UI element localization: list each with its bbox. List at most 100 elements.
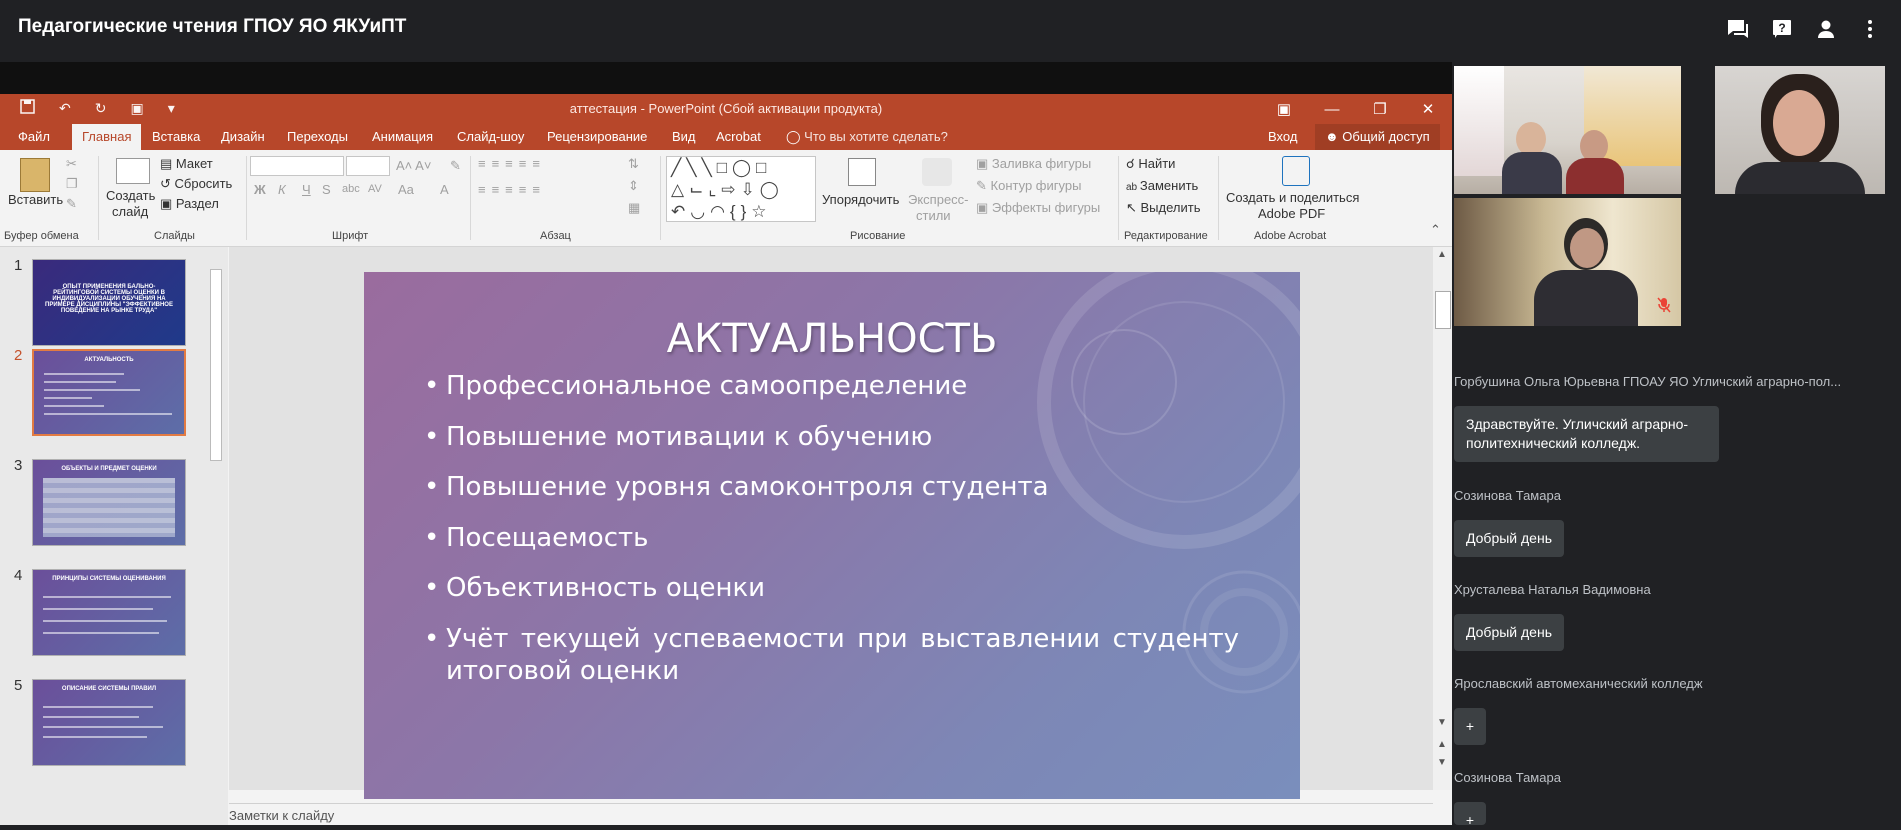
- chat-icon[interactable]: [1721, 14, 1755, 44]
- layout-button[interactable]: ▤ Макет: [160, 156, 213, 172]
- align-icons[interactable]: ≡≡≡≡≡: [478, 182, 546, 197]
- align-text-icon[interactable]: ⇕: [628, 178, 639, 194]
- find-button[interactable]: ☌ Найти: [1126, 156, 1175, 172]
- scroll-down-icon[interactable]: ▼: [1437, 717, 1447, 728]
- new-slide-button[interactable]: Создать: [106, 188, 155, 203]
- participant-tile-1[interactable]: [1454, 66, 1681, 194]
- collapse-ribbon-icon[interactable]: ⌃: [1430, 222, 1441, 238]
- thumb-title: ОБЪЕКТЫ И ПРЕДМЕТ ОЦЕНКИ: [61, 466, 157, 472]
- reset-icon: ↺: [160, 176, 175, 191]
- prev-slide-icon[interactable]: ▲: [1437, 739, 1447, 750]
- share-border: [0, 62, 1452, 94]
- paste-button[interactable]: Вставить: [8, 192, 63, 207]
- underline-icon[interactable]: Ч: [302, 182, 311, 197]
- separator: [246, 156, 247, 240]
- font-color-icon[interactable]: A: [440, 182, 449, 197]
- smartart-icon[interactable]: ▦: [628, 200, 640, 216]
- shape-fill-button[interactable]: ▣ Заливка фигуры: [976, 156, 1091, 172]
- quick-styles-icon[interactable]: [922, 158, 952, 186]
- select-button[interactable]: ↖ Выделить: [1126, 200, 1201, 216]
- banner-image: [1454, 66, 1504, 176]
- scroll-up-icon[interactable]: ▲: [1437, 249, 1447, 260]
- thumb-line: [43, 632, 159, 634]
- thumb-number: 5: [14, 677, 23, 694]
- quick-styles-button[interactable]: Экспресс-: [908, 192, 969, 207]
- thumbnail-scrollbar[interactable]: [208, 255, 222, 815]
- shapes-gallery[interactable]: ╱╲╲□◯□ △⌙⌞⇨⇩◯ ↶◡◠{}☆: [666, 156, 816, 222]
- group-label-drawing: Рисование: [850, 230, 906, 242]
- slide-thumbnail-2[interactable]: АКТУАЛЬНОСТЬ: [32, 349, 186, 436]
- font-grow-icon[interactable]: A˄ A˅: [396, 158, 431, 173]
- minimize-icon[interactable]: —: [1308, 94, 1356, 124]
- current-slide[interactable]: АКТУАЛЬНОСТЬ Профессиональное самоопреде…: [364, 272, 1300, 799]
- tab-animations[interactable]: Анимация: [372, 129, 433, 144]
- more-icon[interactable]: [1853, 14, 1887, 44]
- new-slide-label: слайд: [112, 204, 149, 219]
- format-painter-icon[interactable]: ✎: [66, 196, 77, 212]
- section-button[interactable]: ▣ Раздел: [160, 196, 219, 212]
- copy-icon[interactable]: ❐: [66, 176, 78, 192]
- list-icons[interactable]: ≡≡≡≡≡: [478, 156, 546, 171]
- tab-acrobat[interactable]: Acrobat: [716, 129, 761, 144]
- window-title: аттестация - PowerPoint (Сбой активации …: [569, 101, 883, 116]
- ribbon-display-icon[interactable]: ▣: [1260, 94, 1308, 124]
- sign-in-link[interactable]: Вход: [1268, 129, 1297, 144]
- participant-tile-2[interactable]: [1715, 66, 1885, 194]
- thumb-number: 3: [14, 457, 23, 474]
- replace-button[interactable]: ab Заменить: [1126, 178, 1198, 193]
- slide-thumbnail-1[interactable]: ОПЫТ ПРИМЕНЕНИЯ БАЛЬНО-РЕЙТИНГОВОЙ СИСТЕ…: [32, 259, 186, 346]
- create-pdf-button[interactable]: Создать и поделиться: [1226, 190, 1359, 205]
- text-direction-icon[interactable]: ⇅: [628, 156, 639, 172]
- arrange-icon[interactable]: [848, 158, 876, 186]
- new-slide-icon[interactable]: [116, 158, 150, 184]
- help-icon[interactable]: ?: [1765, 14, 1799, 44]
- tab-review[interactable]: Рецензирование: [547, 129, 647, 144]
- shape-effects-button[interactable]: ▣ Эффекты фигуры: [976, 200, 1100, 216]
- slide-thumbnail-5[interactable]: ОПИСАНИЕ СИСТЕМЫ ПРАВИЛ: [32, 679, 186, 766]
- close-icon[interactable]: ✕: [1404, 94, 1452, 124]
- svg-text:?: ?: [1778, 21, 1785, 35]
- spacing-icon[interactable]: AV: [368, 183, 382, 195]
- adobe-pdf-icon[interactable]: [1282, 156, 1310, 186]
- tab-view[interactable]: Вид: [672, 129, 696, 144]
- next-slide-icon[interactable]: ▼: [1437, 757, 1447, 768]
- change-case-icon[interactable]: Aa: [398, 182, 414, 197]
- chat-sender: Хрусталева Наталья Вадимовна: [1454, 582, 1651, 597]
- font-name-field[interactable]: [250, 156, 344, 176]
- cut-icon[interactable]: ✂: [66, 156, 77, 172]
- tell-me-box[interactable]: ◯ Что вы хотите сделать?: [786, 129, 948, 145]
- scroll-thumb[interactable]: [210, 269, 222, 461]
- shape-outline-button[interactable]: ✎ Контур фигуры: [976, 178, 1081, 194]
- slide-thumbnail-3[interactable]: ОБЪЕКТЫ И ПРЕДМЕТ ОЦЕНКИ: [32, 459, 186, 546]
- arrange-button[interactable]: Упорядочить: [822, 192, 899, 207]
- slide-scrollbar[interactable]: ▲ ▼ ▲ ▼: [1433, 247, 1452, 790]
- shadow-icon[interactable]: S: [322, 182, 331, 197]
- paste-icon[interactable]: [20, 158, 50, 192]
- group-label-slides: Слайды: [154, 230, 195, 242]
- slide-thumbnail-4[interactable]: ПРИНЦИПЫ СИСТЕМЫ ОЦЕНИВАНИЯ: [32, 569, 186, 656]
- bullet-item: Посещаемость: [424, 522, 1239, 555]
- tab-home[interactable]: Главная: [72, 124, 142, 150]
- reset-button[interactable]: ↺ Сбросить: [160, 176, 232, 192]
- people-icon[interactable]: [1809, 14, 1843, 44]
- tab-design[interactable]: Дизайн: [221, 129, 265, 144]
- italic-icon[interactable]: К: [278, 182, 286, 197]
- tab-file[interactable]: Файл: [18, 129, 50, 144]
- strikethrough-icon[interactable]: abc: [342, 183, 360, 195]
- bullet-item: Профессиональное самоопределение: [424, 370, 1239, 403]
- separator: [98, 156, 99, 240]
- group-label-clipboard: Буфер обмена: [4, 230, 79, 242]
- bold-icon[interactable]: Ж: [254, 182, 266, 197]
- tab-insert[interactable]: Вставка: [152, 129, 200, 144]
- tab-slideshow[interactable]: Слайд-шоу: [457, 129, 524, 144]
- ribbon: Вставить ✂ ❐ ✎ Буфер обмена Создать слай…: [0, 150, 1452, 247]
- restore-icon[interactable]: ❐: [1356, 94, 1404, 124]
- font-size-field[interactable]: [346, 156, 390, 176]
- clear-format-icon[interactable]: ✎: [450, 158, 461, 174]
- tab-transitions[interactable]: Переходы: [287, 129, 348, 144]
- person-avatar: [1773, 90, 1825, 156]
- notes-pane[interactable]: [229, 803, 1433, 825]
- participant-tile-3[interactable]: [1454, 198, 1681, 326]
- share-button[interactable]: ☻ Общий доступ: [1315, 124, 1440, 150]
- scroll-thumb[interactable]: [1435, 291, 1451, 329]
